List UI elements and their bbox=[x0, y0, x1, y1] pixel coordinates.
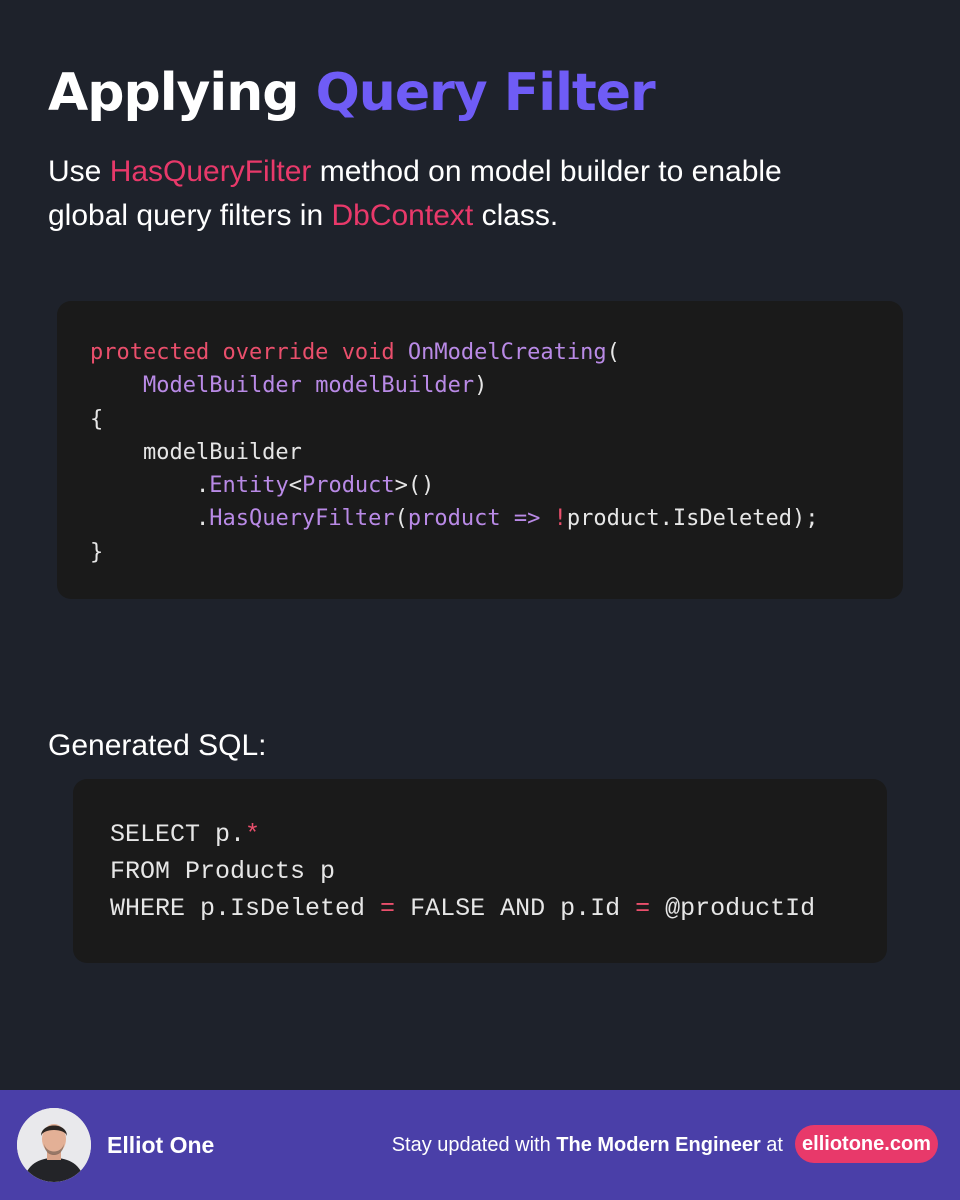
sql-section-label: Generated SQL: bbox=[48, 729, 267, 762]
code-content: protected override void OnModelCreating(… bbox=[57, 301, 903, 569]
footer-tagline: Stay updated with The Modern Engineer at bbox=[392, 1130, 783, 1160]
author-avatar bbox=[17, 1108, 91, 1182]
author-name: Elliot One bbox=[107, 1132, 215, 1158]
intro-part3: class. bbox=[473, 199, 559, 232]
sql-line: FROM Products p bbox=[110, 857, 336, 886]
avatar-portrait-icon bbox=[17, 1108, 91, 1182]
code-line: ModelBuilder modelBuilder) bbox=[142, 373, 488, 399]
code-line: } bbox=[90, 539, 104, 565]
tagline-prefix: Stay updated with bbox=[391, 1134, 557, 1156]
title-accent: Query Filter bbox=[315, 63, 656, 123]
footer-bar: Elliot One Stay updated with The Modern … bbox=[0, 1090, 960, 1200]
code-line: { bbox=[90, 406, 104, 432]
code-line: modelBuilder bbox=[90, 439, 302, 465]
method-highlight: HasQueryFilter bbox=[109, 155, 312, 188]
code-line: .HasQueryFilter(product => !product.IsDe… bbox=[90, 506, 819, 532]
intro-text: Use HasQueryFilter method on model build… bbox=[48, 150, 868, 238]
site-link-button[interactable]: elliotone.com bbox=[795, 1125, 938, 1163]
sql-line: WHERE p.IsDeleted = FALSE AND p.Id = @pr… bbox=[110, 894, 816, 923]
sql-content: SELECT p.* FROM Products p WHERE p.IsDel… bbox=[73, 779, 887, 927]
code-line: protected override void OnModelCreating( bbox=[90, 340, 620, 365]
title-plain: Applying bbox=[48, 63, 299, 123]
sql-block: SELECT p.* FROM Products p WHERE p.IsDel… bbox=[73, 779, 887, 963]
sql-line: SELECT p.* bbox=[110, 820, 261, 849]
tagline-suffix: at bbox=[760, 1134, 783, 1156]
intro-part1: Use bbox=[48, 155, 110, 188]
class-highlight: DbContext bbox=[331, 199, 474, 232]
newsletter-name: The Modern Engineer bbox=[556, 1134, 761, 1156]
code-line: .Entity<Product>() bbox=[90, 473, 435, 499]
code-block: protected override void OnModelCreating(… bbox=[57, 301, 903, 599]
page-title: Applying Query Filter bbox=[48, 62, 656, 124]
